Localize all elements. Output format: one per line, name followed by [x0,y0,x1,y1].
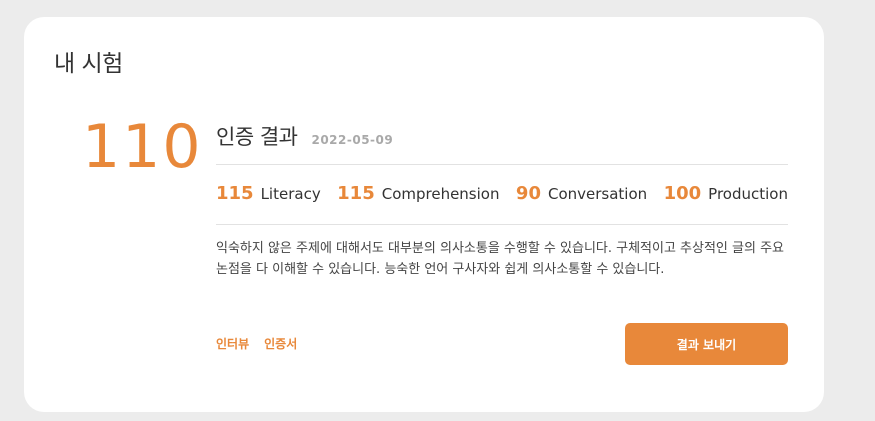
subscore-label: Production [708,185,788,203]
exam-card: 내 시험 110 인증 결과 2022-05-09 115 Literacy 1… [24,17,824,412]
subscore-conversation: 90 Conversation [516,183,647,204]
result-description: 익숙하지 않은 주제에 대해서도 대부분의 의사소통을 수행할 수 있습니다. … [216,241,785,277]
interview-link[interactable]: 인터뷰 [216,335,249,352]
subscore-value: 100 [663,183,702,204]
subscore-value: 115 [216,183,254,204]
subscore-label: Literacy [260,185,321,203]
subscore-value: 90 [515,183,541,204]
divider-top [216,164,788,165]
subscore-production: 100 Production [664,183,788,204]
certificate-date: 2022-05-09 [311,133,394,147]
subscore-value: 115 [337,183,375,204]
send-result-button[interactable]: 결과 보내기 [625,323,788,365]
divider-bottom [216,224,788,225]
subscore-literacy: 115 Literacy [216,183,321,204]
subscore-label: Comprehension [381,185,500,203]
certificate-title: 인증 결과 [216,125,298,149]
certificate-link[interactable]: 인증서 [264,335,297,352]
result-links: 인터뷰 인증서 [216,335,297,352]
subscore-label: Conversation [547,185,648,203]
card-title: 내 시험 [54,51,123,77]
certificate-header: 인증 결과 2022-05-09 [216,121,788,161]
overall-score: 110 [82,112,203,182]
subscore-comprehension: 115 Comprehension [337,183,499,204]
subscore-list: 115 Literacy 115 Comprehension 90 Conver… [216,183,788,204]
